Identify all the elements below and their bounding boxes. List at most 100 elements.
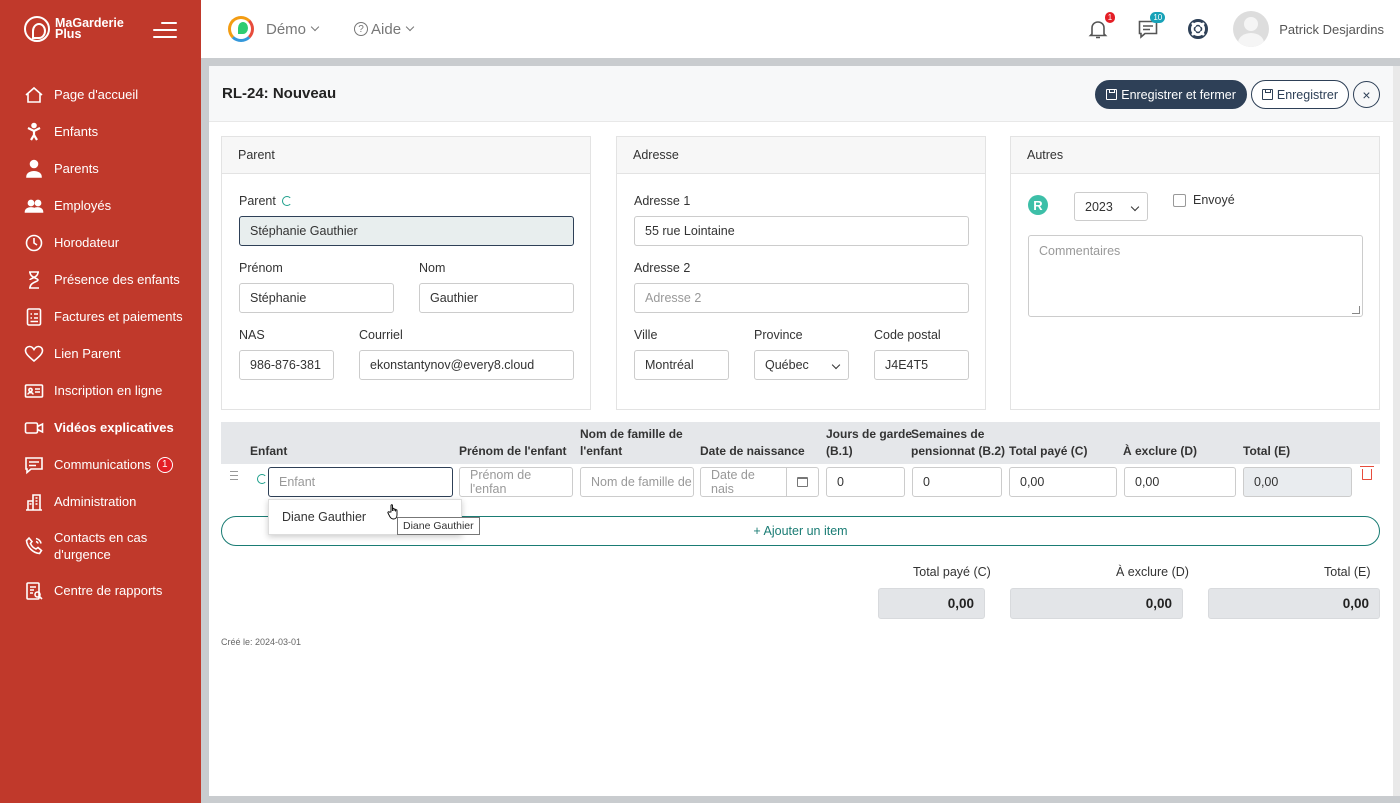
brand[interactable]: MaGarderie Plus: [0, 0, 201, 58]
phone-icon: [24, 536, 44, 556]
messages-button[interactable]: 10: [1137, 12, 1166, 40]
province-select[interactable]: Québec: [754, 350, 849, 380]
sidebar-item-reports[interactable]: Centre de rapports: [0, 572, 201, 609]
items-table-header: Enfant Prénom de l'enfant Nom de famille…: [221, 422, 1380, 464]
chat-icon: [24, 455, 44, 475]
parent-select[interactable]: Stéphanie Gauthier: [239, 216, 574, 246]
save-and-close-button[interactable]: Enregistrer et fermer: [1095, 80, 1247, 109]
sidebar-item-employees[interactable]: Employés: [0, 187, 201, 224]
help-menu[interactable]: ? Aide: [354, 20, 415, 38]
calendar-button[interactable]: [786, 467, 819, 497]
resize-grip-icon[interactable]: [1352, 306, 1360, 314]
notifications-badge: 1: [1104, 12, 1116, 23]
save-icon: [1261, 89, 1273, 100]
sidebar-item-online-registration[interactable]: Inscription en ligne: [0, 372, 201, 409]
ville-field[interactable]: Montréal: [634, 350, 729, 380]
other-panel-title: Autres: [1011, 137, 1379, 174]
other-panel: Autres R 2023 Envoyé Commentaires: [1010, 136, 1380, 410]
communications-badge: 1: [156, 456, 173, 473]
sidebar-item-label: Inscription en ligne: [54, 383, 163, 398]
nas-field[interactable]: 986-876-381: [239, 350, 334, 380]
avatar[interactable]: [1233, 11, 1270, 47]
sidebar-item-timeclock[interactable]: Horodateur: [0, 224, 201, 261]
sidebar: MaGarderie Plus Page d'accueil Enfants P…: [0, 0, 201, 803]
nom-field[interactable]: Gauthier: [419, 283, 574, 313]
courriel-field[interactable]: ekonstantynov@every8.cloud: [359, 350, 574, 380]
semaines-pensionnat-input[interactable]: 0: [912, 467, 1002, 497]
jours-garde-input[interactable]: 0: [826, 467, 905, 497]
notifications-button[interactable]: 1: [1087, 12, 1116, 40]
prenom-field[interactable]: Stéphanie: [239, 283, 394, 313]
sidebar-item-parents[interactable]: Parents: [0, 150, 201, 187]
r-logo-icon: R: [1028, 195, 1048, 215]
sidebar-item-label: Vidéos explicatives: [54, 420, 174, 435]
building-icon: [24, 492, 44, 512]
support-button[interactable]: [1187, 18, 1209, 40]
nom-label: Nom: [419, 261, 446, 275]
top-bar: Démo ? Aide 1 10 Patrick Desjardins: [201, 0, 1400, 58]
sidebar-item-videos[interactable]: Vidéos explicatives: [0, 409, 201, 446]
sidebar-item-children[interactable]: Enfants: [0, 113, 201, 150]
refresh-icon[interactable]: [281, 196, 292, 206]
col-total: Total (E): [1243, 444, 1291, 458]
sidebar-item-label: Enfants: [54, 124, 99, 139]
refresh-icon[interactable]: [257, 474, 267, 484]
adresse2-field[interactable]: Adresse 2: [634, 283, 969, 313]
totals-exclure-label: À exclure (D): [1116, 565, 1189, 579]
enfant-input[interactable]: Enfant: [268, 467, 453, 497]
drag-handle-icon[interactable]: [230, 471, 238, 483]
year-select[interactable]: 2023: [1074, 192, 1148, 221]
created-date: Créé le: 2024-03-01: [221, 637, 302, 647]
a-exclure-input[interactable]: 0,00: [1124, 467, 1236, 497]
sidebar-item-attendance[interactable]: Présence des enfants: [0, 261, 201, 298]
adresse2-label: Adresse 2: [634, 261, 691, 275]
comments-textarea[interactable]: Commentaires: [1028, 235, 1363, 317]
page-scrollbar[interactable]: [1393, 66, 1400, 796]
close-button[interactable]: ×: [1353, 81, 1380, 108]
sidebar-item-parent-link[interactable]: Lien Parent: [0, 335, 201, 372]
sidebar-item-invoices[interactable]: Factures et paiements: [0, 298, 201, 335]
sidebar-item-label: Page d'accueil: [54, 87, 139, 102]
id-card-icon: [24, 381, 44, 401]
hamburger-menu-icon[interactable]: [153, 22, 177, 38]
total-paye-input[interactable]: 0,00: [1009, 467, 1117, 497]
sidebar-item-label: Horodateur: [54, 235, 120, 250]
totals-total-label: Total (E): [1324, 565, 1371, 579]
nom-enfant-input[interactable]: Nom de famille de: [580, 467, 694, 497]
help-menu-label: Aide: [371, 20, 402, 38]
date-naissance-input[interactable]: Date de nais: [700, 467, 787, 497]
sidebar-item-emergency-contacts[interactable]: Contacts en cas d'urgence: [0, 520, 201, 572]
sidebar-item-home[interactable]: Page d'accueil: [0, 76, 201, 113]
video-icon: [24, 418, 44, 438]
sent-checkbox[interactable]: [1173, 194, 1186, 207]
save-button[interactable]: Enregistrer: [1250, 80, 1349, 109]
chevron-down-icon: [831, 360, 841, 370]
nas-label: NAS: [239, 328, 265, 342]
employees-icon: [24, 196, 44, 216]
hourglass-icon: [24, 270, 44, 290]
address-panel: Adresse Adresse 1 55 rue Lointaine Adres…: [616, 136, 986, 410]
parent-panel-title: Parent: [222, 137, 590, 174]
invoice-icon: [24, 307, 44, 327]
username[interactable]: Patrick Desjardins: [1279, 22, 1384, 37]
parent-panel: Parent Parent Stéphanie Gauthier Prénom …: [221, 136, 591, 410]
ville-label: Ville: [634, 328, 658, 342]
org-selector[interactable]: Démo: [266, 21, 320, 38]
sidebar-item-communications[interactable]: Communications 1: [0, 446, 201, 483]
question-icon: ?: [354, 22, 369, 36]
chevron-down-icon: [1130, 202, 1140, 212]
adresse1-field[interactable]: 55 rue Lointaine: [634, 216, 969, 246]
chevron-down-icon: [310, 22, 320, 32]
sidebar-item-administration[interactable]: Administration: [0, 483, 201, 520]
sent-label: Envoyé: [1193, 193, 1235, 207]
prenom-enfant-input[interactable]: Prénom de l'enfan: [459, 467, 573, 497]
totals-paye-value: 0,00: [878, 588, 985, 619]
home-icon: [24, 85, 44, 105]
code-postal-field[interactable]: J4E4T5: [874, 350, 969, 380]
heart-icon: [24, 344, 44, 364]
sidebar-item-label: Administration: [54, 494, 137, 509]
delete-row-icon[interactable]: [1360, 466, 1374, 480]
page-title: RL-24: Nouveau: [222, 85, 337, 102]
lifebuoy-icon: [1188, 19, 1209, 39]
col-enfant: Enfant: [250, 444, 288, 458]
